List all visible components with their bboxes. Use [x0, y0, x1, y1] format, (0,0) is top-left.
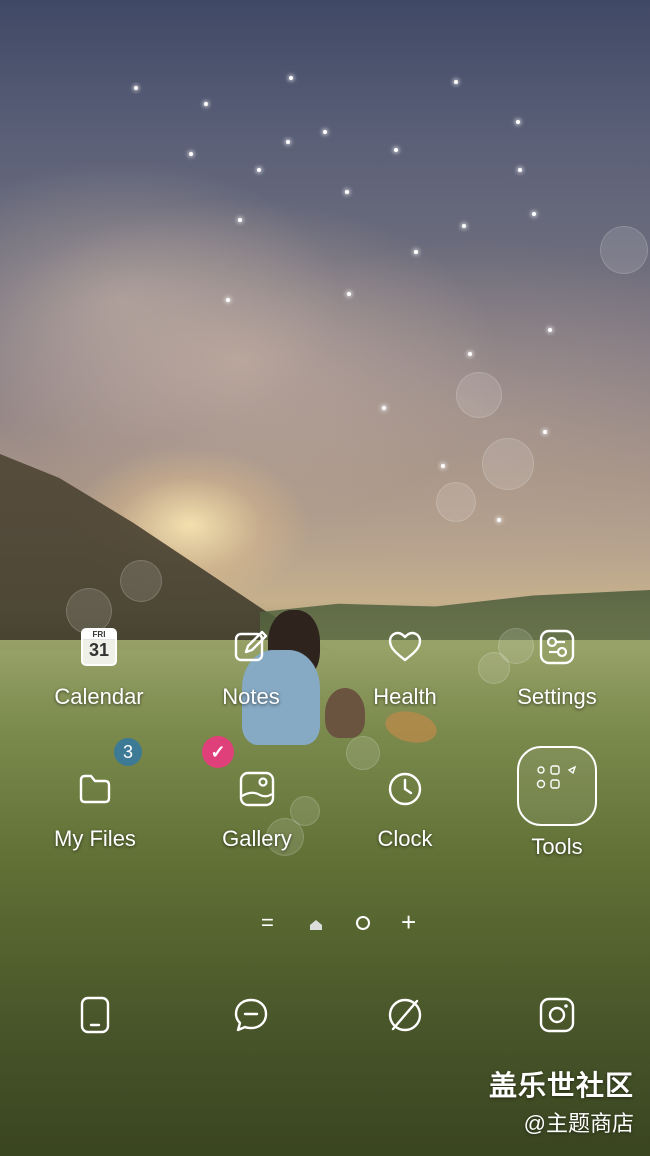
app-clock[interactable]: Clock: [330, 766, 480, 852]
watermark-title: 盖乐世社区: [488, 1070, 634, 1101]
app-label: Calendar: [54, 684, 144, 709]
calendar-date-number: 31: [88, 640, 110, 660]
calendar-icon: FRI 31: [76, 624, 122, 670]
notes-icon: [228, 624, 274, 670]
heart-icon: [382, 624, 428, 670]
app-notes[interactable]: Notes: [176, 624, 326, 710]
app-label: My Files: [54, 826, 136, 851]
clock-icon: [382, 766, 428, 812]
browser-icon[interactable]: [382, 992, 428, 1038]
app-label: Clock: [377, 826, 433, 851]
app-label: Tools: [531, 834, 583, 859]
check-badge: ✓: [202, 736, 234, 768]
watermark-subtitle: @主题商店: [523, 1111, 634, 1136]
messages-icon[interactable]: [228, 992, 274, 1038]
tools-folder-icon: [517, 746, 597, 826]
page-menu-indicator[interactable]: =: [261, 910, 274, 936]
folder-icon: [72, 766, 118, 812]
app-label: Gallery: [222, 826, 292, 851]
settings-icon: [534, 624, 580, 670]
home-page-indicator[interactable]: [309, 918, 323, 936]
app-label: Settings: [517, 684, 597, 709]
calendar-day-label: FRI: [83, 630, 115, 639]
phone-icon[interactable]: [72, 992, 118, 1038]
camera-icon[interactable]: [534, 992, 580, 1038]
add-page-indicator[interactable]: +: [401, 907, 416, 938]
app-health[interactable]: Health: [330, 624, 480, 710]
app-settings[interactable]: Settings: [482, 624, 632, 710]
app-label: Health: [373, 684, 437, 709]
app-calendar[interactable]: FRI 31 Calendar: [24, 624, 174, 710]
app-gallery[interactable]: Gallery: [182, 766, 332, 852]
notification-badge: 3: [114, 738, 142, 766]
page-dot-indicator[interactable]: [355, 915, 371, 936]
app-my-files[interactable]: My Files: [20, 766, 170, 852]
gallery-icon: [234, 766, 280, 812]
app-label: Notes: [222, 684, 280, 709]
app-folder-tools[interactable]: Tools: [482, 746, 632, 860]
